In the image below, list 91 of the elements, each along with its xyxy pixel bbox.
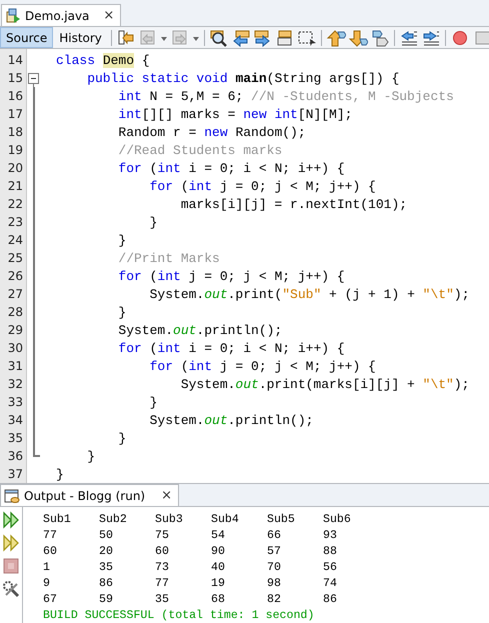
file-tab[interactable]: Demo.java × — [1, 4, 122, 26]
output-text: 59 — [99, 592, 114, 608]
code-line: System.out.print(marks[i][j] + "\t"); — [180, 376, 470, 392]
output-tab[interactable]: Output - Blogg (run) × — [0, 484, 180, 506]
line-number: 29 — [6, 323, 23, 337]
output-text: 60 — [155, 544, 170, 560]
code-line: } — [150, 214, 158, 230]
code-line: } — [150, 394, 158, 410]
close-icon[interactable]: × — [161, 488, 172, 503]
code-line: for (int j = 0; j < M; j++) { — [118, 268, 345, 284]
line-number: 21 — [6, 179, 23, 193]
output-text: 68 — [211, 592, 226, 608]
line-number: 28 — [6, 305, 23, 319]
output-text: 73 — [155, 560, 170, 576]
output-text: 86 — [323, 592, 338, 608]
line-number: 34 — [6, 413, 23, 427]
code-line: public static void main(String args[]) { — [87, 70, 400, 86]
output-text: Sub1 — [43, 512, 72, 528]
line-number: 22 — [6, 197, 23, 211]
line-number: 30 — [6, 341, 23, 355]
code-line: int N = 5,M = 6; //N -Students, M -Subjects — [118, 88, 454, 104]
code-line: } — [118, 430, 126, 446]
output-text: 57 — [267, 544, 282, 560]
code-line: } — [118, 304, 126, 320]
code-line: //Print Marks — [118, 250, 220, 266]
view-tab[interactable]: Source — [0, 27, 54, 48]
output-text: 98 — [267, 576, 282, 592]
output-text: 35 — [155, 592, 170, 608]
close-icon[interactable]: × — [103, 8, 114, 23]
code-line: System.out.println(); — [150, 412, 314, 428]
output-text: 56 — [323, 560, 338, 576]
code-line: int[][] marks = new int[N][M]; — [118, 106, 352, 122]
build-status: BUILD SUCCESSFUL (total time: 1 second) — [43, 609, 314, 622]
code-line: System.out.print("Sub" + (j + 1) + "\t"); — [150, 286, 470, 302]
code-line: //Read Students marks — [118, 142, 282, 158]
output-text: 19 — [211, 576, 226, 592]
line-number: 35 — [6, 431, 23, 445]
code-line: marks[i][j] = r.nextInt(101); — [180, 196, 408, 212]
code-line: for (int i = 0; i < N; i++) { — [118, 160, 345, 176]
line-number: 15 — [6, 71, 23, 85]
output-text: Sub2 — [99, 512, 128, 528]
line-number: 37 — [6, 467, 23, 481]
output-text: 75 — [155, 528, 170, 544]
line-number: 33 — [6, 395, 23, 409]
output-text: Sub5 — [267, 512, 296, 528]
output-text: 93 — [323, 528, 338, 544]
output-text: 66 — [267, 528, 282, 544]
line-number: 25 — [6, 251, 23, 265]
line-number: 36 — [6, 449, 23, 463]
output-text: 88 — [323, 544, 338, 560]
code-line: } — [118, 232, 126, 248]
line-number: 27 — [6, 287, 23, 301]
output-text: 67 — [43, 592, 58, 608]
output-text: 86 — [99, 576, 114, 592]
output-text: Sub3 — [155, 512, 184, 528]
view-tab[interactable]: History — [53, 27, 108, 48]
output-text: 74 — [323, 576, 338, 592]
line-number: 19 — [6, 143, 23, 157]
output-text: 50 — [99, 528, 114, 544]
code-line: for (int j = 0; j < M; j++) { — [150, 178, 376, 194]
line-number: 26 — [6, 269, 23, 283]
line-number: 16 — [6, 89, 23, 103]
line-number: 31 — [6, 359, 23, 373]
output-text: Sub4 — [211, 512, 240, 528]
output-text: 54 — [211, 528, 226, 544]
line-number: 23 — [6, 215, 23, 229]
output-text: 77 — [155, 576, 170, 592]
code-line: Random r = new Random(); — [118, 124, 306, 140]
line-number: 32 — [6, 377, 23, 391]
output-text: 77 — [43, 528, 58, 544]
line-number: 20 — [6, 161, 23, 175]
output-text: 82 — [267, 592, 282, 608]
output-text: 1 — [43, 560, 51, 576]
code-line: for (int i = 0; i < N; i++) { — [118, 340, 345, 356]
output-text: 60 — [43, 544, 58, 560]
output-text: 70 — [267, 560, 282, 576]
code-line: } — [56, 466, 64, 482]
line-number: 17 — [6, 107, 23, 121]
code-line: } — [87, 448, 96, 464]
output-text: 20 — [99, 544, 114, 560]
code-line: System.out.println(); — [118, 322, 282, 338]
line-number: 14 — [6, 53, 23, 67]
code-line: for (int j = 0; j < M; j++) { — [150, 358, 376, 374]
line-number: 18 — [6, 125, 23, 139]
code-line: class Demo { — [56, 52, 150, 68]
output-text: 9 — [43, 576, 51, 592]
output-text: 35 — [99, 560, 114, 576]
line-number: 24 — [6, 233, 23, 247]
output-text: 40 — [211, 560, 226, 576]
output-text: Sub6 — [323, 512, 352, 528]
output-text: 90 — [211, 544, 226, 560]
